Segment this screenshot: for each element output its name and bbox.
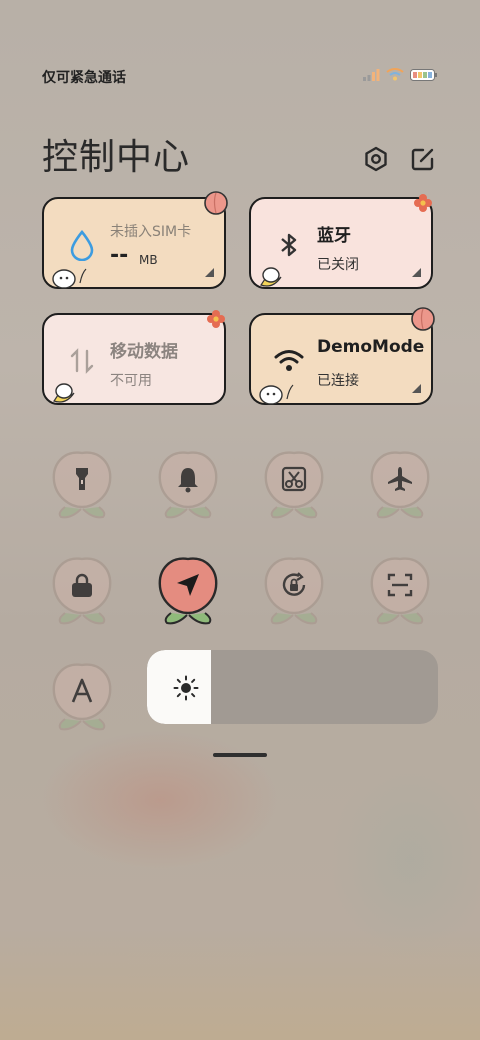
flashlight-icon bbox=[76, 468, 88, 490]
toggle-scanner[interactable] bbox=[365, 553, 435, 628]
data-usage-tile[interactable]: 未插入SIM卡 -- MB bbox=[42, 191, 228, 289]
expand-corner-icon bbox=[412, 268, 421, 277]
peach-decoration-icon bbox=[204, 191, 228, 215]
battery-icon bbox=[410, 68, 437, 81]
scan-icon bbox=[387, 573, 413, 597]
toggle-location[interactable] bbox=[153, 553, 223, 628]
sun-icon bbox=[173, 675, 199, 701]
bluetooth-tile[interactable]: 蓝牙 已关闭 bbox=[249, 194, 433, 289]
toggle-airplane[interactable] bbox=[365, 447, 435, 522]
peach-decoration-icon bbox=[411, 307, 435, 331]
wifi-tile[interactable]: DemoMode 已连接 bbox=[249, 307, 435, 405]
flower-decoration-icon bbox=[207, 310, 225, 328]
mobile-data-icon bbox=[70, 348, 94, 374]
signal-icon bbox=[363, 68, 380, 81]
puppy-decoration-icon bbox=[259, 384, 294, 405]
toggle-ring[interactable] bbox=[153, 447, 223, 522]
location-arrow-icon bbox=[177, 574, 199, 596]
page-title: 控制中心 bbox=[42, 137, 191, 178]
toggle-lock[interactable] bbox=[47, 553, 117, 628]
mobile-data-status: 不可用 bbox=[110, 373, 152, 389]
status-bar: 仅可紧急通话 bbox=[0, 62, 480, 90]
background-blur bbox=[0, 930, 480, 1040]
wifi-icon bbox=[386, 68, 404, 81]
data-usage-value: -- bbox=[110, 243, 129, 268]
brightness-slider[interactable] bbox=[147, 650, 438, 724]
puppy-moon-decoration-icon bbox=[260, 267, 282, 287]
puppy-moon-decoration-icon bbox=[53, 383, 75, 403]
scissors-icon bbox=[281, 466, 307, 492]
wifi-icon bbox=[274, 350, 304, 371]
background-blur bbox=[40, 730, 280, 870]
font-a-icon bbox=[71, 678, 93, 703]
data-usage-label: 未插入SIM卡 bbox=[110, 224, 192, 240]
toggle-flashlight[interactable] bbox=[47, 447, 117, 522]
edit-icon bbox=[411, 148, 434, 171]
settings-button[interactable] bbox=[361, 144, 391, 174]
toggle-screenshot[interactable] bbox=[259, 447, 329, 522]
lock-icon bbox=[72, 573, 92, 597]
settings-icon bbox=[365, 146, 387, 172]
mobile-data-tile[interactable]: 移动数据 不可用 bbox=[42, 310, 226, 405]
edit-button[interactable] bbox=[408, 144, 438, 174]
bluetooth-label: 蓝牙 bbox=[317, 226, 351, 246]
airplane-icon bbox=[388, 467, 412, 491]
rotation-lock-icon bbox=[282, 572, 306, 596]
bluetooth-status: 已关闭 bbox=[317, 257, 359, 273]
puppy-decoration-icon bbox=[52, 268, 87, 289]
status-icons bbox=[362, 68, 438, 81]
bluetooth-icon bbox=[281, 233, 297, 257]
mobile-data-label: 移动数据 bbox=[110, 342, 178, 362]
expand-corner-icon bbox=[205, 268, 214, 277]
wifi-status: 已连接 bbox=[317, 373, 359, 389]
flower-decoration-icon bbox=[414, 194, 432, 212]
drag-handle[interactable] bbox=[213, 753, 267, 757]
data-usage-unit: MB bbox=[139, 253, 158, 267]
bell-icon bbox=[178, 468, 198, 493]
expand-corner-icon bbox=[412, 384, 421, 393]
toggle-rotation-lock[interactable] bbox=[259, 553, 329, 628]
water-drop-icon bbox=[70, 229, 94, 261]
carrier-text: 仅可紧急通话 bbox=[42, 70, 126, 86]
wifi-network-name: DemoMode bbox=[317, 337, 425, 357]
toggle-auto-brightness[interactable] bbox=[47, 659, 117, 734]
